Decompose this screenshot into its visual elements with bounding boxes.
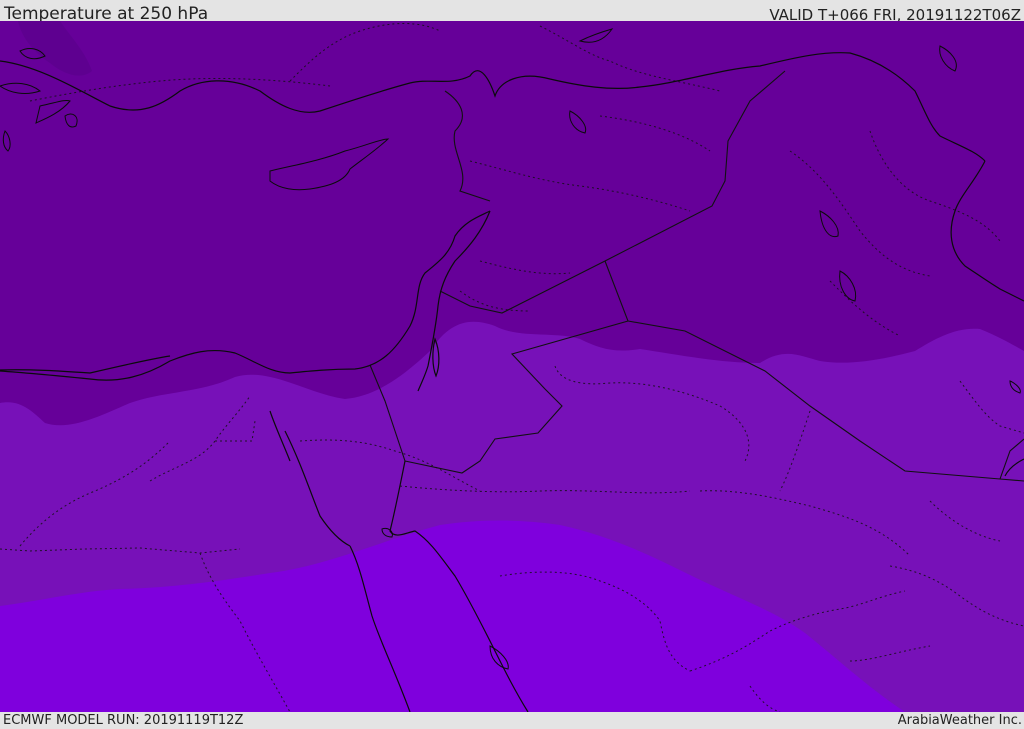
model-run: ECMWF MODEL RUN: 20191119T12Z: [3, 713, 244, 728]
map-panel[interactable]: [0, 21, 1024, 712]
footer-bar: ECMWF MODEL RUN: 20191119T12Z ArabiaWeat…: [0, 712, 1024, 729]
header-bar: Temperature at 250 hPa VALID T+066 FRI, …: [0, 0, 1024, 24]
credit-text: ArabiaWeather Inc.: [897, 713, 1022, 728]
temperature-map: [0, 21, 1024, 712]
